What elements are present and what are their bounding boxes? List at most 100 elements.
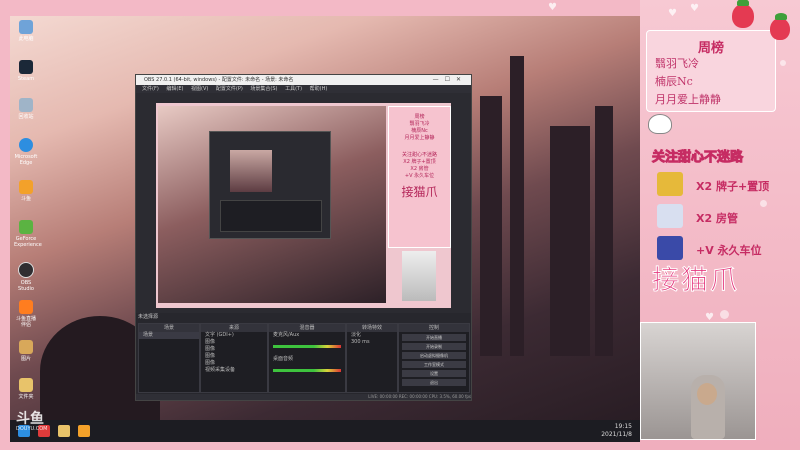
desktop-icon-computer[interactable]: 此电脑 (14, 20, 38, 42)
virtual-camera-button[interactable]: 启动虚拟摄像机 (402, 352, 466, 359)
mixer-track-label: 麦克风/Aux (273, 332, 300, 338)
scene-item[interactable]: 场景 (139, 332, 199, 339)
watermark-url: DOUYU.COM (16, 426, 48, 432)
exit-button[interactable]: 退出 (402, 379, 466, 386)
obs-preview[interactable]: 周榜 翳羽飞冷 楠辰Nc 月月爱上静静 关注甜心不迷路 X2 牌子+置顶 X2 … (156, 103, 451, 308)
desktop-icon-label: OBS Studio (18, 280, 34, 292)
nested-board-entry: 月月爱上静静 (404, 135, 435, 141)
nested-obs-window (209, 131, 331, 239)
nested-gift-label: X2 房管 (410, 166, 429, 172)
desktop-icon-label: Microsoft Edge (14, 154, 38, 166)
desktop-icon-folder[interactable]: 文件夹 (14, 378, 38, 400)
desktop-icon-douyu[interactable]: 斗鱼 (14, 180, 38, 202)
streamer-hair (697, 383, 717, 405)
source-item[interactable]: 视频采集设备 (201, 367, 267, 374)
controls-dock-title: 控制 (399, 324, 469, 332)
geforce-icon (19, 220, 33, 234)
transitions-dock[interactable]: 转场特效 淡化 300 ms (346, 323, 398, 393)
settings-button[interactable]: 设置 (402, 370, 466, 377)
folder-icon (19, 378, 33, 392)
heart-icon: ♥ (690, 3, 699, 14)
obs-status-bar: LIVE: 00:00:00 REC: 00:00:00 CPU: 3.5%, … (136, 394, 471, 400)
steam-icon (19, 60, 33, 74)
no-source-label: 未选择源 (138, 314, 159, 320)
ranking-entry: 翳羽飞冷 (655, 57, 699, 70)
nested-board-entry: 翳羽飞冷 (409, 121, 430, 127)
nested-follow-text: 关注甜心不迷路 (401, 152, 437, 158)
obs-menu-bar[interactable]: 文件(F) 编辑(E) 视图(V) 配置文件(P) 场景集合(S) 工具(T) … (136, 85, 471, 93)
start-recording-button[interactable]: 开始录制 (402, 343, 466, 350)
rocket-gift-icon (657, 236, 683, 260)
follow-text: 关注甜心不迷路 (651, 150, 744, 166)
mixer-dock-title: 混音器 (269, 324, 345, 332)
heart-icon: ♥ (668, 8, 677, 19)
nested-overlay-panel: 周榜 翳羽飞冷 楠辰Nc 月月爱上静静 关注甜心不迷路 X2 牌子+置顶 X2 … (388, 106, 451, 248)
nested-catch-text: 接猫爪 (401, 185, 438, 199)
source-item[interactable]: 图像 (201, 346, 267, 353)
desktop-icon-obs[interactable]: OBS Studio (14, 262, 38, 292)
desktop-icon-pictures[interactable]: 图片 (14, 340, 38, 362)
transitions-dock-title: 转场特效 (347, 324, 397, 332)
ranking-entry: 月月爱上静静 (655, 93, 721, 106)
ranking-title: 周榜 (697, 41, 724, 56)
nested-board-title: 周榜 (414, 114, 425, 120)
controls-dock[interactable]: 控制 开始直播 开始录制 启动虚拟摄像机 工作室模式 设置 退出 (398, 323, 470, 393)
stream-frame: ♥ ♥ ♥ ♥ 此电脑 Steam 回收站 Microsoft Edge 斗鱼 … (0, 0, 800, 450)
transition-select[interactable]: 淡化 (347, 332, 397, 339)
douyu-companion-icon (19, 300, 33, 314)
obs-icon (18, 262, 34, 278)
desktop-icon-label: 图片 (20, 356, 31, 362)
douyu-icon (19, 180, 33, 194)
window-controls[interactable]: —☐✕ (433, 75, 467, 85)
start-streaming-button[interactable]: 开始直播 (402, 334, 466, 341)
desktop-icon-label: 文件夹 (18, 394, 34, 400)
weekly-ranking-board: 周榜 翳羽飞冷 楠辰Nc 月月爱上静静 (646, 30, 776, 112)
sources-dock[interactable]: 来源 文字 (GDI+) 图像 图像 图像 图像 视频采集设备 (200, 323, 268, 393)
obs-docks: 未选择源 场景 场景 来源 文字 (GDI+) 图像 图像 图像 图像 视频采集… (136, 313, 471, 400)
desktop-icon-label: 此电脑 (18, 36, 34, 42)
desktop-icon-label: GeForce Experience (14, 236, 42, 248)
mixer-track-label: 桌面音频 (273, 356, 294, 362)
strawberry-icon (770, 13, 790, 40)
source-item[interactable]: 图像 (201, 360, 267, 367)
desktop-icon-recycle-bin[interactable]: 回收站 (14, 98, 38, 120)
catch-cat-paw-text: 接猫爪 (652, 265, 739, 297)
transition-duration[interactable]: 300 ms (347, 339, 397, 346)
source-item[interactable]: 图像 (201, 339, 267, 346)
gift-label: X2 牌子+置顶 (696, 180, 770, 193)
taskbar-douyu-icon[interactable] (78, 425, 90, 437)
desktop-icon-label: 回收站 (18, 114, 34, 120)
source-item[interactable]: 文字 (GDI+) (201, 332, 267, 339)
sources-dock-title: 来源 (201, 324, 267, 332)
heart-icon: ♥ (548, 2, 557, 13)
edge-icon (19, 138, 33, 152)
gift-label: +V 永久车位 (696, 244, 762, 257)
obs-title-bar[interactable]: OBS 27.0.1 (64-bit, windows) - 配置文件: 未命名… (136, 75, 471, 85)
system-clock[interactable]: 19:15 2021/11/8 (601, 423, 632, 439)
picture-icon (19, 340, 33, 354)
source-item[interactable]: 图像 (201, 353, 267, 360)
clock-time: 19:15 (614, 423, 632, 430)
desktop-icon-label: Steam (17, 76, 35, 82)
nested-gift-label: +V 永久车位 (404, 173, 435, 179)
gift-label: X2 房管 (696, 212, 738, 225)
scenes-dock[interactable]: 场景 场景 (138, 323, 200, 393)
obs-window[interactable]: OBS 27.0.1 (64-bit, windows) - 配置文件: 未命名… (135, 74, 472, 401)
gold-card-gift-icon (657, 172, 683, 196)
desktop-icon-edge[interactable]: Microsoft Edge (14, 138, 38, 166)
nested-board-entry: 楠辰Nc (411, 128, 428, 134)
obs-window-title: OBS 27.0.1 (64-bit, windows) - 配置文件: 未命名… (144, 77, 294, 83)
computer-icon (19, 20, 33, 34)
ranking-entry: 楠辰Nc (655, 75, 693, 88)
taskbar[interactable]: 19:15 2021/11/8 (10, 420, 640, 442)
nested-camera-feed (402, 251, 436, 301)
studio-mode-button[interactable]: 工作室模式 (402, 361, 466, 368)
desktop-icon-geforce[interactable]: GeForce Experience (14, 220, 42, 248)
audio-meter (273, 369, 341, 372)
taskbar-folder-icon[interactable] (58, 425, 70, 437)
desktop-icon-douyu-companion[interactable]: 斗鱼直播伴侣 (14, 300, 38, 328)
desktop-icon-steam[interactable]: Steam (14, 60, 38, 82)
mixer-dock[interactable]: 混音器 麦克风/Aux 桌面音频 (268, 323, 346, 393)
webcam-feed (640, 322, 756, 440)
audio-meter (273, 345, 341, 348)
